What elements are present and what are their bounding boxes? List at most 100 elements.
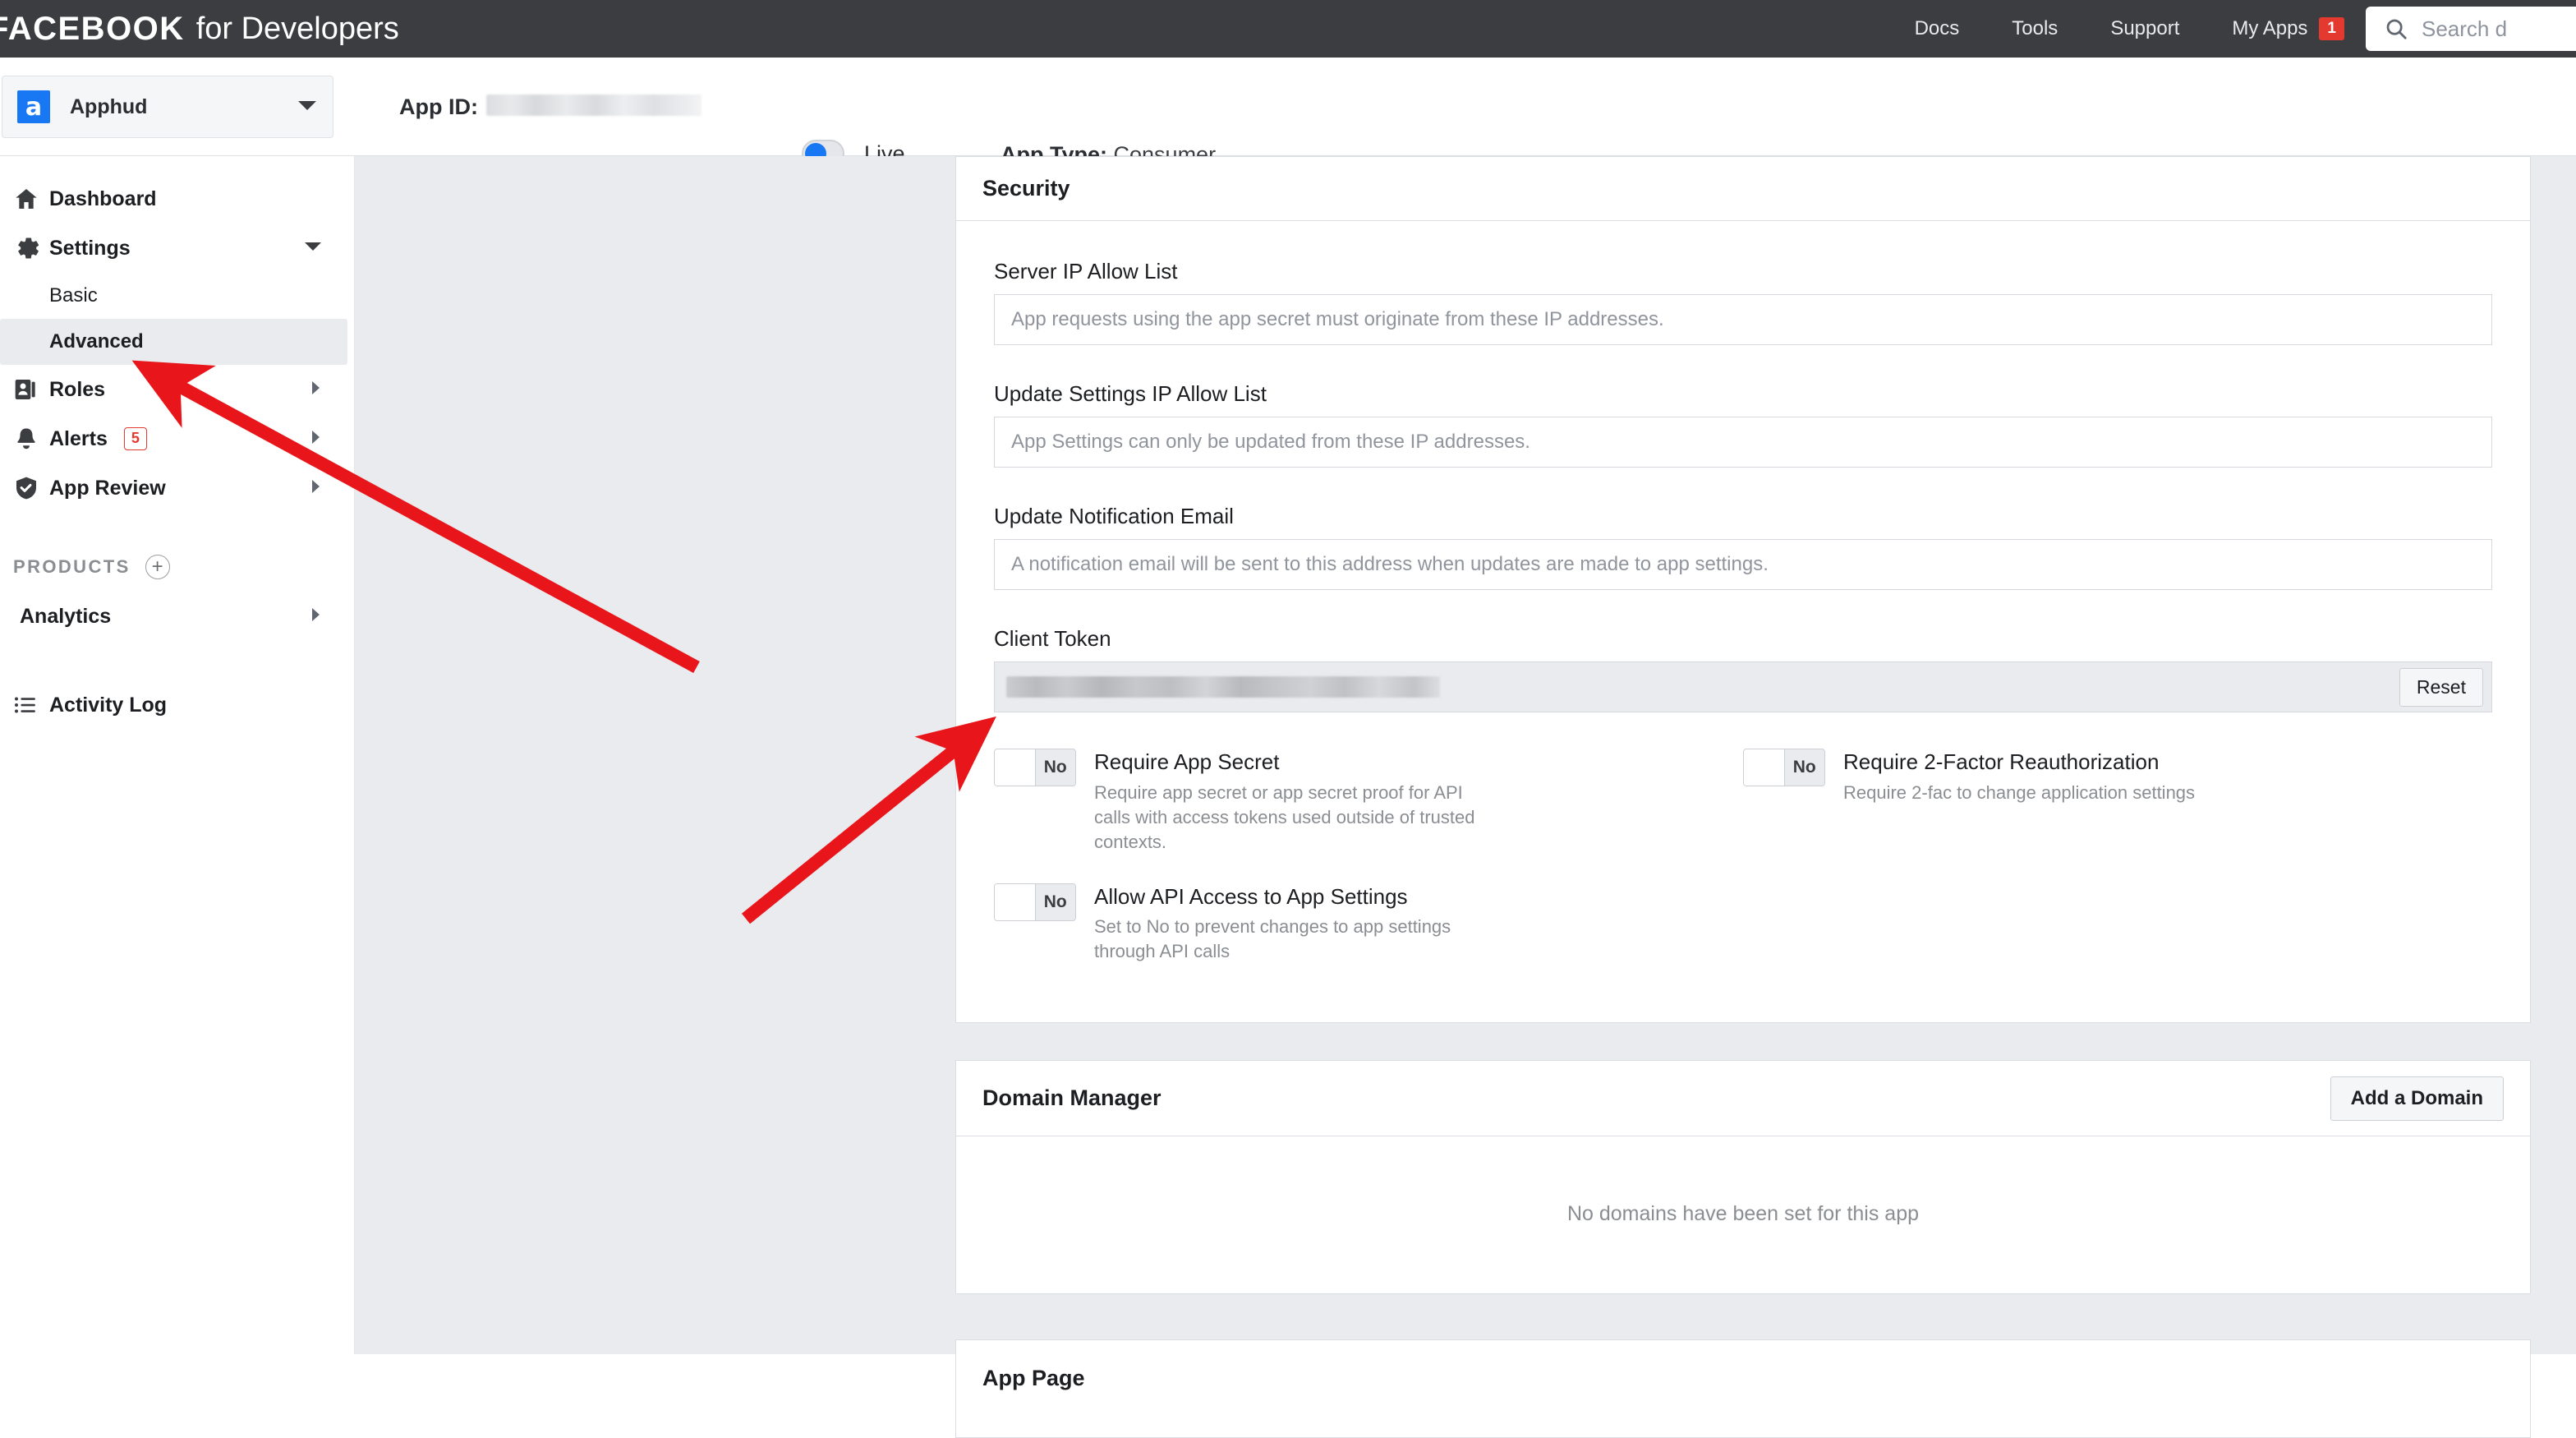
top-header-bar: FACEBOOK for Developers Docs Tools Suppo… — [0, 0, 2576, 58]
add-a-domain-button[interactable]: Add a Domain — [2330, 1076, 2504, 1121]
update-ip-label: Update Settings IP Allow List — [994, 381, 2492, 407]
server-ip-placeholder: App requests using the app secret must o… — [1011, 308, 1664, 331]
app-page-title: App Page — [982, 1366, 1085, 1391]
toggle-text-allow-api-access: Allow API Access to App Settings Set to … — [1094, 883, 1480, 965]
notify-email-placeholder: A notification email will be sent to thi… — [1011, 553, 1769, 576]
security-toggle-group: No Require App Secret Require app secret… — [994, 749, 2492, 965]
app-selector-dropdown[interactable]: a Apphud — [2, 76, 334, 138]
chevron-right-icon — [310, 606, 321, 627]
sidebar-label-advanced: Advanced — [49, 330, 144, 353]
server-ip-input[interactable]: App requests using the app secret must o… — [994, 294, 2492, 345]
chevron-down-icon — [297, 99, 318, 116]
domain-manager-header: Domain Manager Add a Domain — [956, 1061, 2530, 1136]
toggle-allow-api-access: No Allow API Access to App Settings Set … — [994, 883, 1743, 965]
sidebar-label-dashboard: Dashboard — [49, 187, 157, 211]
my-apps-label: My Apps — [2232, 17, 2307, 40]
products-section-header: PRODUCTS + — [0, 542, 354, 592]
security-title: Security — [982, 176, 1070, 201]
search-input[interactable]: Search d — [2366, 7, 2576, 51]
sidebar-item-activity-log[interactable]: Activity Log — [0, 680, 354, 730]
reset-token-button[interactable]: Reset — [2399, 668, 2483, 707]
sidebar-item-alerts[interactable]: Alerts 5 — [0, 414, 354, 463]
security-card-header: Security — [956, 157, 2530, 221]
client-token-label: Client Token — [994, 626, 2492, 652]
nav-link-tools[interactable]: Tools — [1985, 0, 2084, 58]
toggle-title-allow-api-access: Allow API Access to App Settings — [1094, 883, 1480, 910]
search-placeholder-text: Search d — [2422, 16, 2507, 42]
nav-link-my-apps[interactable]: My Apps 1 — [2206, 17, 2366, 41]
brand-developers-text: for Developers — [196, 12, 399, 47]
toggle-state-allow-api-access: No — [1035, 884, 1076, 920]
app-logo-icon: a — [17, 90, 50, 123]
app-id-label: App ID: — [399, 94, 478, 120]
app-page-header: App Page — [956, 1340, 2530, 1416]
chevron-right-icon — [310, 429, 321, 449]
toggle-switch-require-app-secret[interactable]: No — [994, 749, 1076, 786]
update-ip-placeholder: App Settings can only be updated from th… — [1011, 431, 1530, 454]
brand-facebook-text: FACEBOOK — [0, 11, 185, 48]
sidebar-label-basic: Basic — [49, 284, 98, 307]
chevron-down-icon — [303, 241, 323, 256]
toggle-text-require-2fa: Require 2-Factor Reauthorization Require… — [1843, 749, 2195, 855]
sidebar-item-roles[interactable]: Roles — [0, 365, 354, 414]
products-label: PRODUCTS — [13, 556, 131, 578]
domain-manager-empty-state: No domains have been set for this app — [956, 1136, 2530, 1291]
my-apps-badge: 1 — [2319, 17, 2344, 41]
notify-email-input[interactable]: A notification email will be sent to thi… — [994, 539, 2492, 590]
left-sidebar: Dashboard Settings Basic Advanced Roles — [0, 156, 355, 1354]
sidebar-item-app-review[interactable]: App Review — [0, 463, 354, 513]
app-context-bar: a Apphud — [0, 58, 2576, 156]
toggle-state-require-2fa: No — [1784, 749, 1825, 786]
domain-manager-card: Domain Manager Add a Domain No domains h… — [955, 1060, 2531, 1294]
facebook-developers-logo[interactable]: FACEBOOK for Developers — [0, 0, 399, 58]
toggle-track-left — [995, 884, 1035, 920]
shield-check-icon — [13, 475, 46, 501]
sidebar-label-analytics: Analytics — [20, 605, 111, 629]
app-id-display: App ID: — [399, 93, 702, 120]
client-token-row[interactable]: Reset — [994, 661, 2492, 712]
toggle-desc-require-2fa: Require 2-fac to change application sett… — [1843, 781, 2195, 805]
search-icon — [2384, 16, 2408, 41]
sidebar-item-dashboard[interactable]: Dashboard — [0, 174, 354, 224]
toggle-switch-allow-api-access[interactable]: No — [994, 883, 1076, 921]
sidebar-label-activity-log: Activity Log — [49, 694, 167, 717]
sidebar-label-settings: Settings — [49, 237, 131, 260]
app-page-card: App Page — [955, 1339, 2531, 1438]
bell-icon — [13, 426, 46, 452]
toggle-state-require-app-secret: No — [1035, 749, 1076, 786]
chevron-right-icon — [310, 478, 321, 499]
gear-icon — [13, 235, 46, 261]
chevron-right-icon — [310, 380, 321, 400]
toggle-desc-allow-api-access: Set to No to prevent changes to app sett… — [1094, 915, 1480, 965]
toggle-track-left — [1744, 749, 1784, 786]
security-card: Security Server IP Allow List App reques… — [955, 156, 2531, 1023]
plus-circle-icon[interactable]: + — [145, 555, 170, 579]
sidebar-label-app-review: App Review — [49, 477, 166, 500]
sidebar-label-roles: Roles — [49, 378, 105, 402]
client-token-value-redacted — [1006, 676, 1440, 698]
toggle-desc-require-app-secret: Require app secret or app secret proof f… — [1094, 781, 1480, 855]
nav-link-docs[interactable]: Docs — [1888, 0, 1986, 58]
toggle-track-left — [995, 749, 1035, 786]
security-card-body: Server IP Allow List App requests using … — [956, 221, 2530, 1007]
sidebar-item-analytics[interactable]: Analytics — [0, 592, 354, 641]
sidebar-item-basic[interactable]: Basic — [0, 273, 354, 319]
toggle-title-require-2fa: Require 2-Factor Reauthorization — [1843, 749, 2195, 776]
home-icon — [13, 186, 46, 212]
toggle-switch-require-2fa[interactable]: No — [1743, 749, 1825, 786]
toggle-text-require-app-secret: Require App Secret Require app secret or… — [1094, 749, 1480, 855]
notify-email-label: Update Notification Email — [994, 504, 2492, 529]
sidebar-item-settings[interactable]: Settings — [0, 224, 354, 273]
activity-log-icon — [13, 693, 46, 717]
toggle-require-app-secret: No Require App Secret Require app secret… — [994, 749, 1743, 855]
app-id-value-redacted — [486, 94, 702, 116]
sidebar-item-advanced[interactable]: Advanced — [0, 319, 347, 365]
nav-link-support[interactable]: Support — [2084, 0, 2206, 58]
server-ip-label: Server IP Allow List — [994, 259, 2492, 284]
top-navigation: Docs Tools Support My Apps 1 Search d — [1888, 0, 2576, 58]
update-ip-input[interactable]: App Settings can only be updated from th… — [994, 417, 2492, 468]
domain-manager-title: Domain Manager — [982, 1085, 1162, 1111]
roles-icon — [13, 376, 46, 403]
toggle-require-2fa: No Require 2-Factor Reauthorization Requ… — [1743, 749, 2492, 855]
toggle-title-require-app-secret: Require App Secret — [1094, 749, 1480, 776]
